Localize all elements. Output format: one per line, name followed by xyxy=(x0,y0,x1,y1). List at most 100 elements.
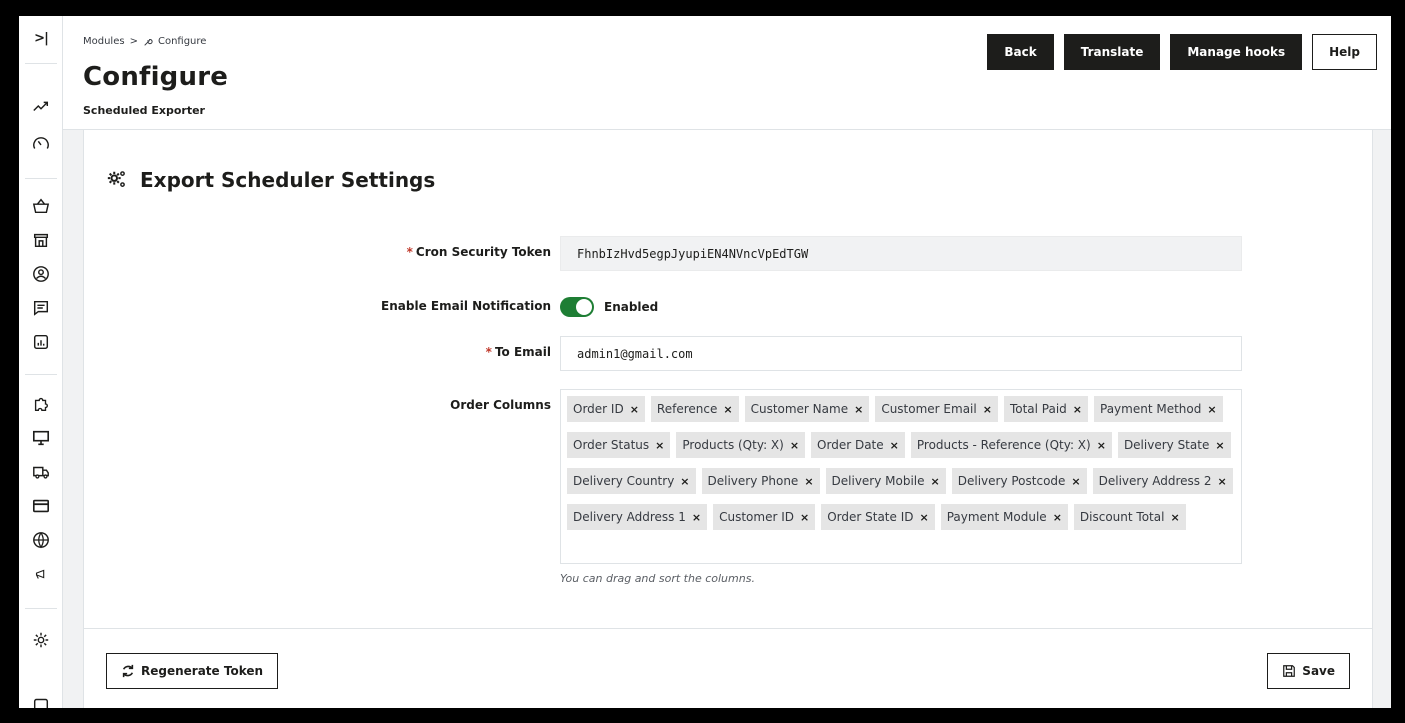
settings-card: Export Scheduler Settings * Cron Security… xyxy=(83,130,1373,708)
switch-track[interactable] xyxy=(560,297,594,317)
tag-row: Delivery Address 1 × Customer ID × Order Sta… xyxy=(567,504,1235,532)
remove-tag-icon[interactable]: × xyxy=(800,511,809,524)
tag-row: Order Status × Products (Qty: X) × Order Dat… xyxy=(567,432,1235,460)
remove-tag-icon[interactable]: × xyxy=(1073,403,1082,416)
settings-icon xyxy=(33,632,49,648)
card-header: Export Scheduler Settings xyxy=(106,168,435,192)
sidebar-item-advanced[interactable] xyxy=(19,692,63,708)
back-button[interactable]: Back xyxy=(987,34,1054,70)
column-tag-label: Delivery Country xyxy=(573,474,675,488)
cogs-icon xyxy=(107,171,125,187)
column-tag[interactable]: Order State ID × xyxy=(821,504,935,530)
save-button[interactable]: Save xyxy=(1267,653,1350,689)
column-tag[interactable]: Delivery Country × xyxy=(567,468,696,494)
column-tag[interactable]: Order Date × xyxy=(811,432,905,458)
sidebar-item-orders[interactable] xyxy=(19,194,63,218)
column-tag[interactable]: Products (Qty: X) × xyxy=(676,432,806,458)
column-tag[interactable]: Delivery Address 2 × xyxy=(1092,468,1233,494)
sidebar-item-marketing[interactable] xyxy=(19,562,63,586)
sidebar-item-modules[interactable] xyxy=(19,392,63,416)
remove-tag-icon[interactable]: × xyxy=(804,475,813,488)
store-icon xyxy=(33,233,49,248)
column-tag[interactable]: Delivery Phone × xyxy=(701,468,820,494)
remove-tag-icon[interactable]: × xyxy=(1071,475,1080,488)
column-tag-label: Products - Reference (Qty: X) xyxy=(916,438,1091,452)
sidebar-item-customers[interactable] xyxy=(19,262,63,286)
collapse-icon: >| xyxy=(34,30,49,46)
sidebar-item-payment[interactable] xyxy=(19,494,63,518)
column-tag[interactable]: Order ID × xyxy=(567,396,645,422)
column-tag[interactable]: Customer ID × xyxy=(713,504,816,530)
tag-row: Delivery Country × Delivery Phone × Delivery… xyxy=(567,468,1235,496)
remove-tag-icon[interactable]: × xyxy=(630,403,639,416)
chart-box-icon xyxy=(33,334,49,350)
remove-tag-icon[interactable]: × xyxy=(890,439,899,452)
remove-tag-icon[interactable]: × xyxy=(655,439,664,452)
manage-hooks-button[interactable]: Manage hooks xyxy=(1170,34,1303,70)
column-tag[interactable]: Discount Total × xyxy=(1073,504,1186,530)
remove-tag-icon[interactable]: × xyxy=(1218,475,1227,488)
remove-tag-icon[interactable]: × xyxy=(790,439,799,452)
sidebar-item-catalog[interactable] xyxy=(19,228,63,252)
email-notification-switch[interactable]: Enabled xyxy=(560,297,658,317)
sidebar-item-stats[interactable] xyxy=(19,330,63,354)
column-tag[interactable]: Customer Name × xyxy=(744,396,870,422)
refresh-icon xyxy=(122,664,134,678)
sidebar-item-speed[interactable] xyxy=(19,132,63,156)
remove-tag-icon[interactable]: × xyxy=(692,511,701,524)
to-email-label: * To Email xyxy=(485,345,551,359)
sidebar-item-parameters[interactable] xyxy=(19,628,63,652)
column-tag[interactable]: Order Status × xyxy=(567,432,671,458)
help-button[interactable]: Help xyxy=(1312,34,1377,70)
sidebar-toggle-button[interactable]: >| xyxy=(19,26,63,50)
column-tag[interactable]: Products - Reference (Qty: X) × xyxy=(910,432,1112,458)
trending-icon xyxy=(33,101,49,112)
breadcrumb: Modules > Configure xyxy=(83,36,206,47)
switch-knob xyxy=(576,299,592,315)
remove-tag-icon[interactable]: × xyxy=(983,403,992,416)
page-header: Modules > Configure Configure Scheduled … xyxy=(63,16,1391,130)
remove-tag-icon[interactable]: × xyxy=(931,475,940,488)
puzzle-icon xyxy=(34,397,48,411)
column-tag[interactable]: Customer Email × xyxy=(875,396,998,422)
sidebar-item-shipping[interactable] xyxy=(19,460,63,484)
column-tag[interactable]: Payment Module × xyxy=(940,504,1068,530)
speed-icon xyxy=(33,137,49,149)
remove-tag-icon[interactable]: × xyxy=(854,403,863,416)
remove-tag-icon[interactable]: × xyxy=(1097,439,1106,452)
remove-tag-icon[interactable]: × xyxy=(1207,403,1216,416)
column-tag[interactable]: Payment Method × xyxy=(1094,396,1223,422)
card-icon xyxy=(32,499,50,513)
column-tag[interactable]: Delivery Address 1 × xyxy=(567,504,708,530)
remove-tag-icon[interactable]: × xyxy=(919,511,928,524)
cron-token-label: * Cron Security Token xyxy=(406,245,551,259)
column-tag-label: Delivery Mobile xyxy=(831,474,925,488)
remove-tag-icon[interactable]: × xyxy=(723,403,732,416)
globe-icon xyxy=(33,532,49,549)
sidebar-item-design[interactable] xyxy=(19,426,63,450)
cron-token-field[interactable]: FhnbIzHvd5egpJyupiEN4NVncVpEdTGW xyxy=(560,236,1242,271)
column-tag[interactable]: Total Paid × xyxy=(1003,396,1088,422)
sidebar-item-dashboard[interactable] xyxy=(19,94,63,118)
regenerate-token-button[interactable]: Regenerate Token xyxy=(106,653,279,689)
sidebar-item-messages[interactable] xyxy=(19,296,63,320)
translate-button[interactable]: Translate xyxy=(1063,34,1161,70)
tag-row: Order ID × Reference × Customer Name × Custome… xyxy=(567,396,1235,424)
remove-tag-icon[interactable]: × xyxy=(1215,439,1224,452)
column-tag[interactable]: Delivery State × xyxy=(1117,432,1231,458)
column-tag[interactable]: Reference × xyxy=(650,396,739,422)
remove-tag-icon[interactable]: × xyxy=(1170,511,1179,524)
card-title: Export Scheduler Settings xyxy=(140,168,436,192)
wrench-icon xyxy=(143,37,153,47)
order-columns-selector[interactable]: Order ID × Reference × Customer Name × Custome… xyxy=(560,389,1242,564)
sidebar-item-international[interactable] xyxy=(19,528,63,552)
monitor-icon xyxy=(32,430,50,446)
column-tag[interactable]: Delivery Mobile × xyxy=(825,468,946,494)
sidebar: >| xyxy=(19,16,63,708)
page-subtitle: Scheduled Exporter xyxy=(83,104,205,117)
remove-tag-icon[interactable]: × xyxy=(1053,511,1062,524)
column-tag[interactable]: Delivery Postcode × xyxy=(951,468,1087,494)
to-email-field[interactable]: admin1@gmail.com xyxy=(560,336,1242,371)
breadcrumb-modules-link[interactable]: Modules xyxy=(83,36,125,47)
remove-tag-icon[interactable]: × xyxy=(680,475,689,488)
